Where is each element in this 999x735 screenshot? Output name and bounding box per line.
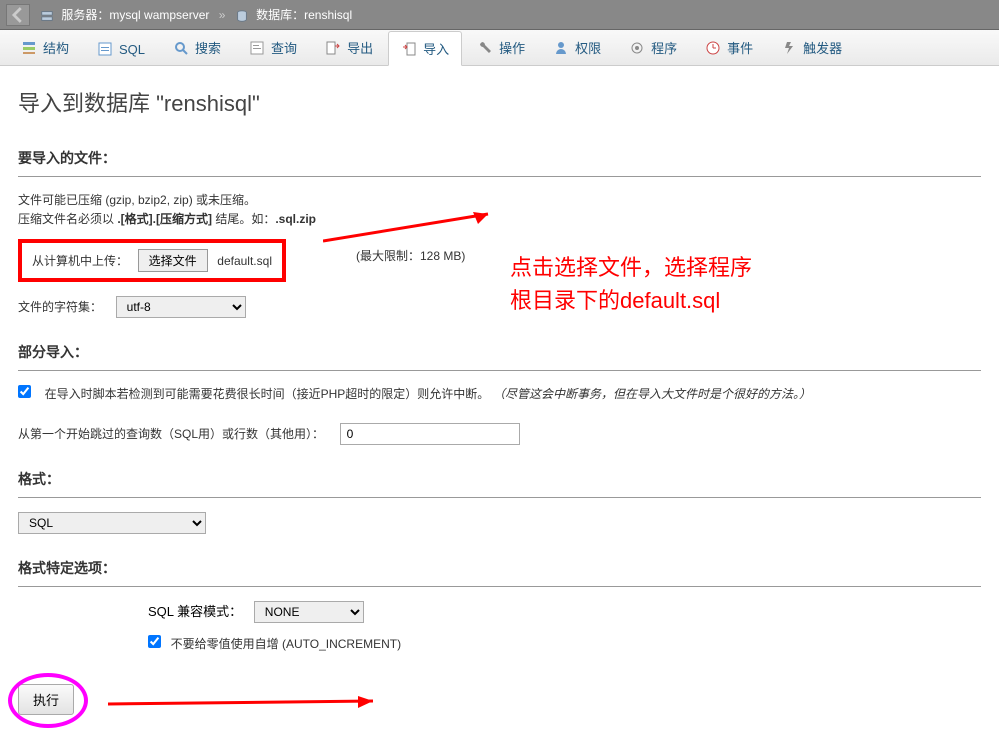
database-icon — [235, 9, 249, 23]
choose-file-button[interactable]: 选择文件 — [138, 249, 208, 272]
divider — [18, 370, 981, 371]
tab-routines[interactable]: 程序 — [616, 30, 690, 65]
tab-bar: 结构 SQL 搜索 查询 导出 导入 操作 权限 程序 事件 触发器 — [0, 30, 999, 66]
db-label: 数据库： — [256, 8, 304, 22]
divider — [18, 176, 981, 177]
sql-icon — [97, 41, 113, 57]
tab-operations[interactable]: 操作 — [464, 30, 538, 65]
tab-export[interactable]: 导出 — [312, 30, 386, 65]
triggers-icon — [781, 40, 797, 56]
events-icon — [705, 40, 721, 56]
annotation-arrow-1 — [323, 206, 503, 246]
chosen-file: default.sql — [217, 254, 272, 268]
section-format-opts-title: 格式特定选项： — [18, 558, 981, 578]
tab-query[interactable]: 查询 — [236, 30, 310, 65]
charset-select[interactable]: utf-8 — [116, 296, 246, 318]
privileges-icon — [553, 40, 569, 56]
tab-privileges[interactable]: 权限 — [540, 30, 614, 65]
upload-label: 从计算机中上传： — [32, 254, 128, 268]
max-limit: (最大限制：128 MB) — [356, 247, 465, 264]
export-icon — [325, 40, 341, 56]
search-icon — [173, 40, 189, 56]
divider — [18, 586, 981, 587]
query-icon — [249, 40, 265, 56]
structure-icon — [21, 40, 37, 56]
annotation-text: 点击选择文件，选择程序 根目录下的default.sql — [510, 251, 752, 317]
server-label: 服务器： — [61, 8, 109, 22]
tab-triggers[interactable]: 触发器 — [768, 30, 855, 65]
interrupt-checkbox[interactable] — [18, 385, 31, 398]
server-name[interactable]: mysql wampserver — [109, 8, 209, 22]
interrupt-note: （尽管这会中断事务，但在导入大文件时是个很好的方法。） — [493, 387, 811, 401]
section-partial-title: 部分导入： — [18, 342, 981, 362]
section-file-title: 要导入的文件： — [18, 148, 981, 168]
divider — [18, 497, 981, 498]
back-button[interactable] — [6, 4, 30, 26]
interrupt-label: 在导入时脚本若检测到可能需要花费很长时间（接近PHP超时的限定）则允许中断。 — [45, 387, 490, 401]
annotation-arrow-2 — [108, 694, 388, 714]
breadcrumb: 服务器：mysql wampserver » 数据库：renshisql — [40, 6, 352, 23]
skip-label: 从第一个开始跳过的查询数（SQL用）或行数（其他用）： — [18, 427, 324, 441]
page-title: 导入到数据库 "renshisql" — [18, 86, 981, 118]
breadcrumb-bar: 服务器：mysql wampserver » 数据库：renshisql — [0, 0, 999, 30]
tab-events[interactable]: 事件 — [692, 30, 766, 65]
upload-row-highlight: 从计算机中上传： 选择文件 default.sql — [18, 239, 286, 282]
import-icon — [401, 41, 417, 57]
autoinc-checkbox[interactable] — [148, 635, 161, 648]
format-select[interactable]: SQL — [18, 512, 206, 534]
autoinc-label: 不要给零值使用自增 (AUTO_INCREMENT) — [171, 637, 401, 651]
charset-label: 文件的字符集： — [18, 300, 102, 314]
tab-search[interactable]: 搜索 — [160, 30, 234, 65]
section-format-title: 格式： — [18, 469, 981, 489]
server-icon — [40, 9, 54, 23]
wrench-icon — [477, 40, 493, 56]
db-name[interactable]: renshisql — [304, 8, 352, 22]
breadcrumb-sep: » — [219, 8, 226, 22]
skip-input[interactable] — [340, 423, 520, 445]
tab-structure[interactable]: 结构 — [8, 30, 82, 65]
execute-button[interactable]: 执行 — [18, 684, 74, 715]
compat-label: SQL 兼容模式： — [148, 601, 242, 620]
tab-sql[interactable]: SQL — [84, 33, 158, 65]
tab-import[interactable]: 导入 — [388, 31, 462, 66]
compat-select[interactable]: NONE — [254, 601, 364, 623]
routines-icon — [629, 40, 645, 56]
